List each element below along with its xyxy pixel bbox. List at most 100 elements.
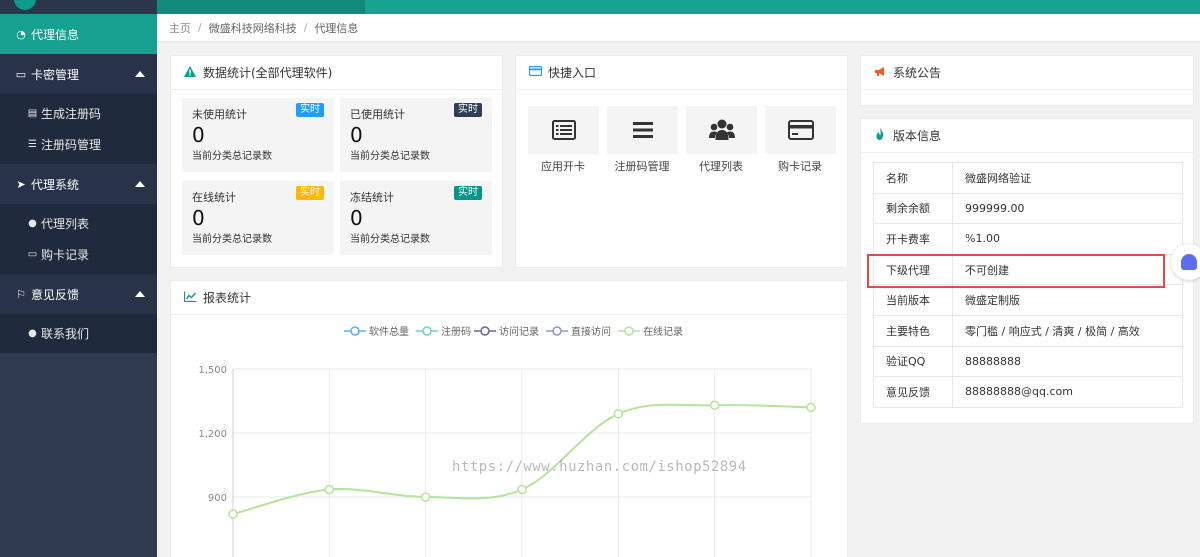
- announcement-card: 系统公告: [860, 55, 1194, 106]
- dashboard-icon: ◔: [16, 27, 26, 41]
- stats-card-title: 数据统计(全部代理软件): [203, 66, 333, 80]
- top-bar: [157, 0, 1200, 14]
- quick-purchase-records-button[interactable]: [765, 106, 836, 154]
- legend-label: 软件总量: [369, 325, 409, 338]
- row-value: 微盛网络验证: [952, 162, 1183, 194]
- sidebar-submenu-agent: ● 代理列表 ▭ 购卡记录: [0, 204, 157, 274]
- realtime-badge: 实时: [454, 186, 482, 200]
- version-header: 版本信息: [861, 119, 1193, 153]
- breadcrumb-company[interactable]: 微盛科技网络科技: [209, 20, 297, 36]
- row-value: 88888888: [952, 345, 1183, 378]
- sidebar-submenu-card: ▤ 生成注册码 ☰ 注册码管理: [0, 94, 157, 164]
- sidebar-group-feedback[interactable]: ⚐ 意见反馈: [0, 274, 157, 314]
- stats-card-header: 数据统计(全部代理软件): [171, 56, 502, 90]
- table-row: 意见反馈 88888888@qq.com: [873, 376, 1183, 408]
- quick-code-mgmt-button[interactable]: [607, 106, 678, 154]
- fire-icon: [873, 128, 887, 143]
- stat-desc: 当前分类总记录数: [192, 234, 272, 245]
- row-value: 88888888@qq.com: [952, 376, 1183, 408]
- quick-entry-title: 快捷入口: [548, 66, 597, 80]
- data-point: [709, 400, 720, 411]
- row-value: %1.00: [952, 223, 1183, 255]
- row-key: 剩余余额: [873, 192, 953, 225]
- quick-app-card-button[interactable]: [528, 106, 599, 154]
- report-line-chart: 软件总量注册码访问记录直接访问在线记录1,5001,200900600: [198, 325, 816, 557]
- stat-value: 0: [350, 123, 363, 147]
- table-row: 当前版本 微盛定制版: [873, 284, 1183, 316]
- legend-label: 直接访问: [571, 325, 611, 338]
- sidebar-item-agent-info[interactable]: ◔ 代理信息: [0, 14, 157, 54]
- chevron-up-icon: [135, 71, 145, 77]
- sidebar-item-contact-us[interactable]: ● 联系我们: [0, 318, 157, 349]
- row-value: 零门槛 / 响应式 / 清爽 / 极简 / 高效: [952, 314, 1183, 347]
- row-key: 意见反馈: [873, 376, 953, 408]
- row-key: 主要特色: [873, 314, 953, 347]
- legend-label: 注册码: [441, 325, 471, 338]
- sidebar-item-label: 代理列表: [41, 217, 90, 231]
- row-value: 999999.00: [952, 192, 1183, 225]
- y-tick-label: 900: [208, 493, 227, 504]
- sidebar-item-code-mgmt[interactable]: ☰ 注册码管理: [0, 129, 157, 160]
- quick-agent-list-button[interactable]: [686, 106, 757, 154]
- table-row: 名称 微盛网络验证: [873, 162, 1183, 194]
- top-tab-active[interactable]: [157, 0, 365, 14]
- legend-marker: [350, 326, 360, 336]
- logo-icon: [14, 0, 36, 10]
- breadcrumb-home[interactable]: 主页: [169, 20, 191, 36]
- data-point: [806, 402, 816, 413]
- announcement-title: 系统公告: [893, 66, 942, 80]
- quick-code-mgmt-label[interactable]: 注册码管理: [597, 158, 687, 174]
- line-chart-icon: [183, 291, 197, 305]
- realtime-badge: 实时: [454, 103, 482, 117]
- legend-marker: [624, 326, 634, 336]
- stat-online: 在线统计 实时 0 当前分类总记录数: [182, 181, 334, 255]
- report-card: 报表统计 软件总量注册码访问记录直接访问在线记录1,5001,200900600: [170, 280, 848, 557]
- flag-icon: ⚐: [16, 287, 26, 301]
- y-tick-label: 1,200: [198, 429, 227, 440]
- legend-marker: [422, 326, 432, 336]
- y-tick-label: 1,500: [198, 365, 227, 376]
- version-title: 版本信息: [893, 129, 942, 143]
- warning-icon: [183, 65, 197, 80]
- quick-app-card-label[interactable]: 应用开卡: [518, 158, 608, 174]
- stat-used: 已使用统计 实时 0 当前分类总记录数: [340, 98, 492, 172]
- row-key: 开卡费率: [873, 223, 953, 255]
- breadcrumb-separator: /: [198, 21, 202, 34]
- announcement-header: 系统公告: [861, 56, 1193, 90]
- quick-purchase-records-label[interactable]: 购卡记录: [755, 158, 845, 174]
- sidebar-item-purchase-records[interactable]: ▭ 购卡记录: [0, 239, 157, 270]
- legend-marker: [552, 326, 562, 336]
- card-icon: [528, 65, 542, 79]
- table-row: 剩余余额 999999.00: [873, 192, 1183, 225]
- stat-desc: 当前分类总记录数: [192, 151, 272, 162]
- stat-value: 0: [192, 206, 205, 230]
- chat-icon: ●: [28, 328, 37, 339]
- row-key: 当前版本: [873, 284, 953, 316]
- list-icon: ▤: [27, 108, 38, 119]
- realtime-badge: 实时: [296, 103, 324, 117]
- realtime-badge: 实时: [296, 186, 324, 200]
- bars-icon: [632, 122, 653, 138]
- sidebar-item-generate-code[interactable]: ▤ 生成注册码: [0, 98, 157, 129]
- stat-unused: 未使用统计 实时 0 当前分类总记录数: [182, 98, 334, 172]
- sidebar-group-agent-system[interactable]: ➤ 代理系统: [0, 164, 157, 204]
- users-icon: ●: [28, 218, 37, 229]
- sidebar-item-agent-list[interactable]: ● 代理列表: [0, 208, 157, 239]
- row-key: 验证QQ: [873, 345, 953, 378]
- stat-desc: 当前分类总记录数: [350, 234, 430, 245]
- watermark: https://www.huzhan.com/ishop52894: [452, 459, 747, 475]
- data-point: [228, 509, 238, 519]
- stat-frozen: 冻结统计 实时 0 当前分类总记录数: [340, 181, 492, 255]
- stat-desc: 当前分类总记录数: [350, 151, 430, 162]
- sidebar-group-label: 卡密管理: [31, 67, 80, 82]
- legend-label: 在线记录: [643, 325, 683, 338]
- sidebar-group-card-mgmt[interactable]: ▭ 卡密管理: [0, 54, 157, 94]
- table-row: 开卡费率 %1.00: [873, 223, 1183, 255]
- sidebar-item-label: 生成注册码: [41, 107, 102, 121]
- quick-agent-list-label[interactable]: 代理列表: [676, 158, 766, 174]
- data-point: [613, 409, 624, 419]
- stat-value: 0: [192, 123, 205, 147]
- sidebar-group-label: 代理系统: [31, 177, 80, 192]
- data-point: [420, 492, 431, 502]
- floating-assistant-button[interactable]: [1171, 244, 1200, 280]
